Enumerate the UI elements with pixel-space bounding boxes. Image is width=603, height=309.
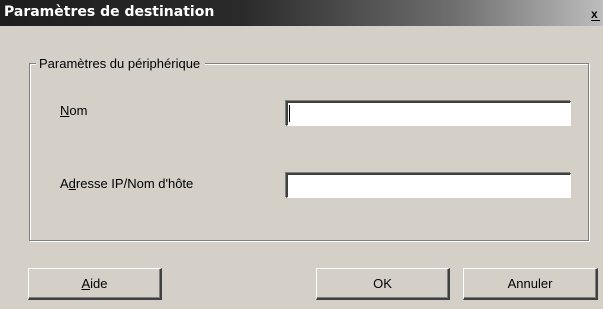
window-title: Paramètres de destination (4, 4, 215, 20)
help-button[interactable]: Aide (28, 268, 162, 300)
ok-button[interactable]: OK (316, 268, 450, 300)
close-icon: x (591, 7, 598, 21)
device-settings-group (29, 63, 589, 241)
device-settings-legend: Paramètres du périphérique (36, 56, 206, 71)
text-caret (289, 105, 290, 122)
address-input[interactable] (286, 173, 571, 198)
address-label: Adresse IP/Nom d'hôte (60, 176, 194, 191)
title-bar[interactable]: Paramètres de destination (0, 0, 603, 26)
name-input[interactable] (286, 101, 571, 126)
cancel-button[interactable]: Annuler (463, 268, 598, 300)
name-label: Nom (60, 103, 88, 118)
close-button[interactable]: x (589, 7, 603, 21)
